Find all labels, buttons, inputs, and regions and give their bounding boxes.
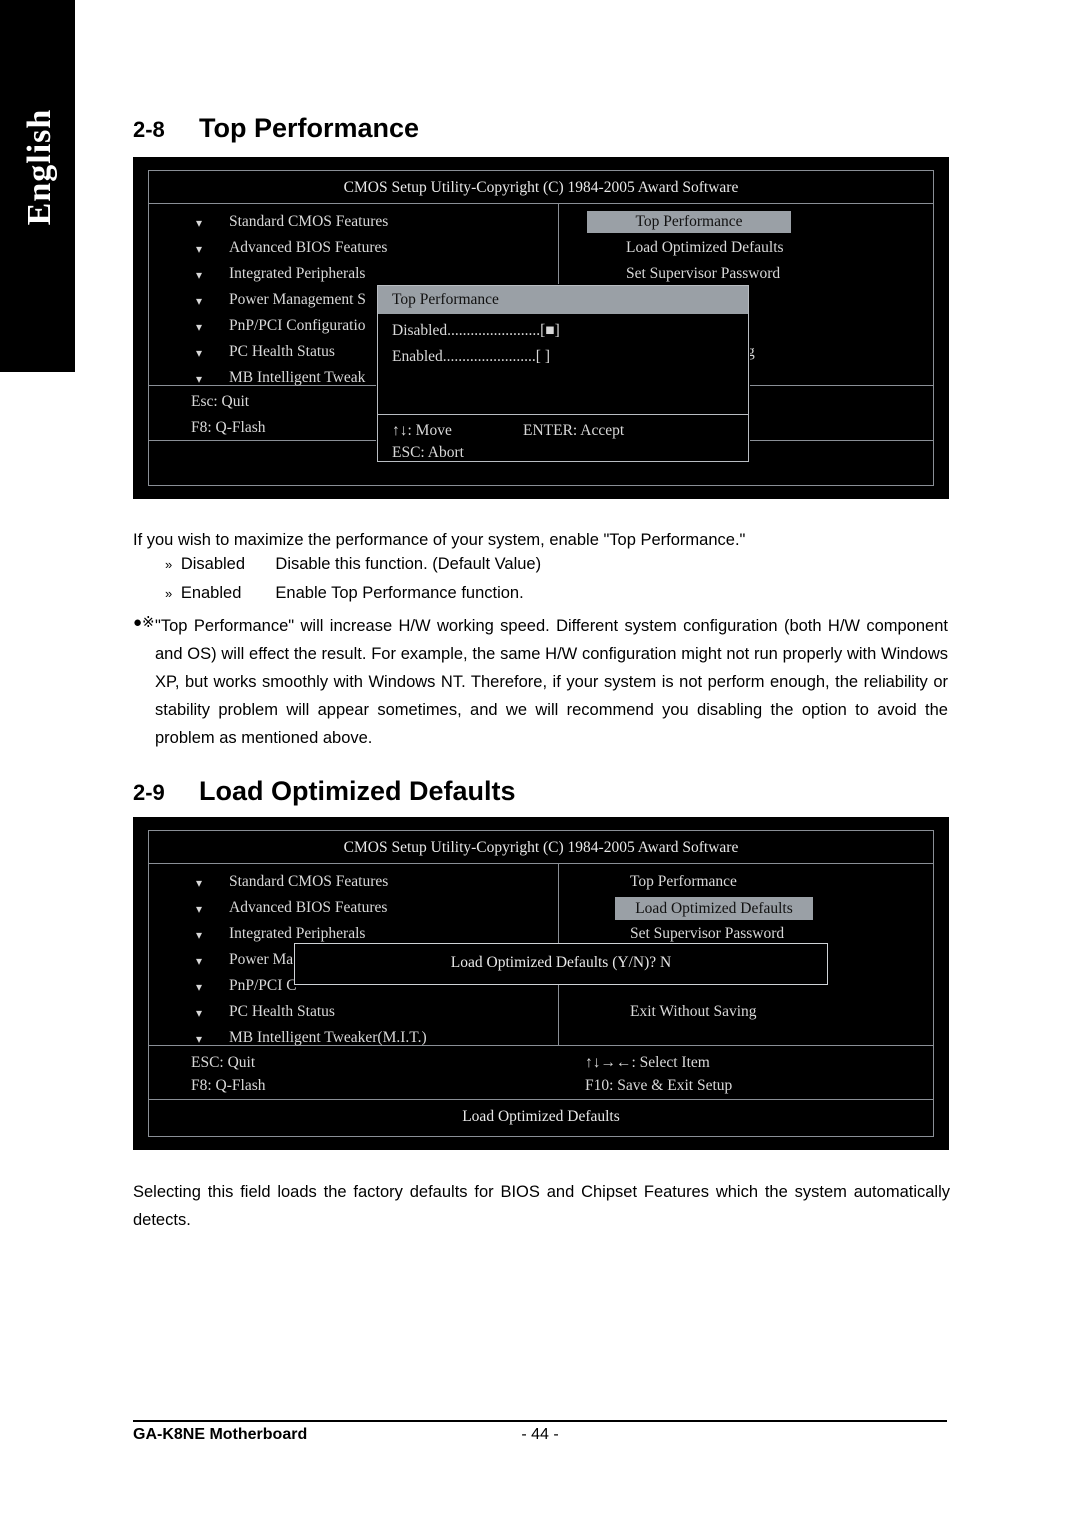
dialog-option-enabled[interactable]: Enabled........................[ ] xyxy=(392,348,550,366)
footer-key-f8-qflash: F8: Q-Flash xyxy=(191,419,266,436)
menu-item-set-supervisor-password[interactable]: Set Supervisor Password xyxy=(630,925,784,943)
menu-item-power-management[interactable]: Power Management S xyxy=(229,291,366,309)
footer-product-name: GA-K8NE Motherboard xyxy=(133,1426,308,1443)
dialog-option-disabled-label: Disabled xyxy=(392,322,448,339)
option-disabled-row: » Disabled Disable this function. (Defau… xyxy=(165,555,541,574)
menu-item-advanced-bios-features[interactable]: Advanced BIOS Features xyxy=(229,239,387,257)
menu-item-exit-without-saving[interactable]: Exit Without Saving xyxy=(630,1003,757,1021)
menu-item-pc-health-status[interactable]: PC Health Status xyxy=(229,1003,335,1021)
menu-item-standard-cmos-features[interactable]: Standard CMOS Features xyxy=(229,873,388,891)
footer-key-f10-save-exit: F10: Save & Exit Setup xyxy=(585,1077,733,1094)
note-icon: ●※ xyxy=(133,615,155,631)
confirm-prompt-text: Load Optimized Defaults (Y/N)? N xyxy=(450,954,672,971)
chevron-right-icon: ▾ xyxy=(196,1006,203,1020)
option-disabled-name: Disabled xyxy=(180,555,246,573)
option-enabled-row: » Enabled Enable Top Performance functio… xyxy=(165,584,524,603)
footer-key-f8-qflash: F8: Q-Flash xyxy=(191,1077,266,1094)
bios-title-2: CMOS Setup Utility-Copyright (C) 1984-20… xyxy=(343,839,739,856)
menu-item-set-supervisor-password[interactable]: Set Supervisor Password xyxy=(626,265,780,283)
menu-item-advanced-bios-features[interactable]: Advanced BIOS Features xyxy=(229,899,387,917)
divider xyxy=(149,863,933,864)
menu-item-mb-intelligent-tweaker[interactable]: MB Intelligent Tweaker(M.I.T.) xyxy=(229,1029,427,1047)
dialog-title: Top Performance xyxy=(378,286,748,314)
chevron-right-icon: ▾ xyxy=(196,216,203,230)
chevron-right-icon: ▾ xyxy=(196,320,203,334)
dialog-help-move: ↑↓: Move xyxy=(392,422,452,439)
bios-title-1: CMOS Setup Utility-Copyright (C) 1984-20… xyxy=(343,179,739,196)
double-arrow-icon: » xyxy=(165,557,172,572)
top-performance-intro: If you wish to maximize the performance … xyxy=(133,531,746,549)
chevron-right-icon: ▾ xyxy=(196,294,203,308)
divider xyxy=(149,203,933,204)
dialog-help-abort: ESC: Abort xyxy=(392,444,464,461)
dialog-help-accept: ENTER: Accept xyxy=(523,422,625,439)
language-tab: English xyxy=(0,0,75,372)
dialog-option-disabled[interactable]: Disabled........................[■] xyxy=(392,322,560,340)
divider xyxy=(378,414,748,415)
dialog-option-disabled-value: [■] xyxy=(540,322,560,339)
dialog-option-disabled-dots: ........................ xyxy=(447,322,541,339)
option-enabled-desc: Enable Top Performance function. xyxy=(275,584,524,602)
menu-item-top-performance-highlighted[interactable]: Top Performance xyxy=(587,211,791,233)
chevron-right-icon: ▾ xyxy=(196,242,203,256)
bios-screenshot-top-performance: CMOS Setup Utility-Copyright (C) 1984-20… xyxy=(133,157,949,499)
bios-status-bar: Load Optimized Defaults xyxy=(462,1108,620,1125)
bios-frame-2: CMOS Setup Utility-Copyright (C) 1984-20… xyxy=(148,830,934,1137)
top-performance-dialog[interactable]: Top Performance Disabled................… xyxy=(377,285,749,462)
top-performance-note: "Top Performance" will increase H/W work… xyxy=(155,617,948,747)
chevron-right-icon: ▾ xyxy=(196,980,203,994)
footer-key-esc-quit: ESC: Quit xyxy=(191,1054,256,1071)
chevron-right-icon: ▾ xyxy=(196,954,203,968)
section-2-8-number: 2-8 xyxy=(133,117,165,142)
section-2-9-title: Load Optimized Defaults xyxy=(199,776,516,806)
option-disabled-desc: Disable this function. (Default Value) xyxy=(275,555,542,573)
menu-item-mb-intelligent-tweaker[interactable]: MB Intelligent Tweak xyxy=(229,369,365,387)
menu-item-standard-cmos-features[interactable]: Standard CMOS Features xyxy=(229,213,388,231)
bios-frame-1: CMOS Setup Utility-Copyright (C) 1984-20… xyxy=(148,170,934,486)
menu-item-integrated-peripherals[interactable]: Integrated Peripherals xyxy=(229,925,365,943)
language-tab-label: English xyxy=(21,108,58,226)
chevron-right-icon: ▾ xyxy=(196,876,203,890)
chevron-right-icon: ▾ xyxy=(196,346,203,360)
footer-key-select-item: ↑↓→←: Select Item xyxy=(585,1054,710,1071)
footer-page-number: - 44 - xyxy=(521,1426,559,1443)
chevron-right-icon: ▾ xyxy=(196,928,203,942)
double-arrow-icon: » xyxy=(165,586,172,601)
menu-item-power-management[interactable]: Power Ma xyxy=(229,951,293,969)
option-enabled-name: Enabled xyxy=(180,584,242,602)
load-defaults-description: Selecting this field loads the factory d… xyxy=(133,1183,950,1229)
menu-item-pc-health-status[interactable]: PC Health Status xyxy=(229,343,335,361)
chevron-right-icon: ▾ xyxy=(196,902,203,916)
menu-item-top-performance[interactable]: Top Performance xyxy=(630,873,737,891)
footer-divider xyxy=(133,1420,947,1422)
menu-item-load-optimized-defaults-highlighted[interactable]: Load Optimized Defaults xyxy=(615,897,813,920)
footer-key-esc-quit: Esc: Quit xyxy=(191,393,250,410)
menu-item-integrated-peripherals[interactable]: Integrated Peripherals xyxy=(229,265,365,283)
menu-item-load-optimized-defaults[interactable]: Load Optimized Defaults xyxy=(626,239,784,257)
menu-item-pnp-pci-configuration[interactable]: PnP/PCI C xyxy=(229,977,297,995)
section-2-8-title: Top Performance xyxy=(199,113,420,143)
chevron-right-icon: ▾ xyxy=(196,268,203,282)
divider xyxy=(149,1099,933,1100)
menu-item-pnp-pci-configuration[interactable]: PnP/PCI Configuratio xyxy=(229,317,366,335)
chevron-right-icon: ▾ xyxy=(196,372,203,386)
dialog-option-enabled-dots: ........................ xyxy=(442,348,536,365)
load-defaults-confirm-dialog[interactable]: Load Optimized Defaults (Y/N)? N xyxy=(294,943,828,985)
section-2-9-number: 2-9 xyxy=(133,780,165,805)
dialog-option-enabled-label: Enabled xyxy=(392,348,443,365)
bios-screenshot-load-defaults: CMOS Setup Utility-Copyright (C) 1984-20… xyxy=(133,817,949,1150)
chevron-right-icon: ▾ xyxy=(196,1032,203,1046)
dialog-option-enabled-value: [ ] xyxy=(535,348,550,365)
